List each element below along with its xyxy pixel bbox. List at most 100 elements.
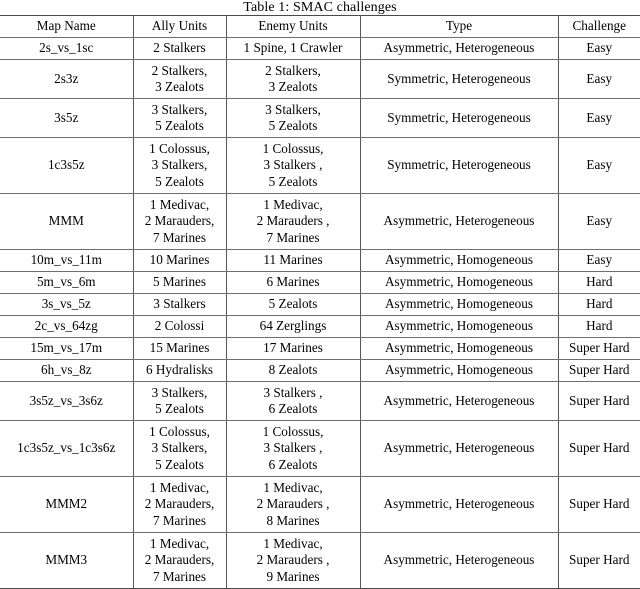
- cell-enemy-units-line: 5 Zealots: [268, 118, 318, 133]
- column-header-type: Type: [359, 15, 559, 38]
- cell-enemy-units-line: 5 Zealots: [268, 173, 318, 189]
- cell-enemy-units: 3 Stalkers, 5 Zealots: [225, 98, 361, 138]
- table-row: MMM 1 Medivac, 2 Marauders, 7 Marines 1 Medi…: [0, 193, 640, 250]
- cell-ally-units-line: 6 Hydralisks: [145, 362, 214, 378]
- cell-ally-units: 3 Stalkers, 5 Zealots: [132, 98, 227, 138]
- column-header-challenge: Challenge: [557, 15, 640, 38]
- cell-ally-units-line: 3 Stalkers,: [151, 440, 208, 456]
- cell-enemy-units-line: 17 Marines: [263, 340, 323, 356]
- cell-enemy-units-line: 11 Marines: [263, 252, 323, 268]
- cell-type: Asymmetric, Heterogeneous: [359, 532, 559, 589]
- cell-challenge: Super Hard: [557, 381, 640, 421]
- cell-ally-units-line: 3 Zealots: [155, 79, 204, 94]
- cell-type: Symmetric, Heterogeneous: [359, 98, 559, 138]
- cell-ally-units-line: 5 Zealots: [155, 401, 204, 416]
- cell-map-name: MMM: [0, 193, 134, 250]
- cell-enemy-units: 8 Zealots: [225, 359, 361, 382]
- cell-enemy-units-line: 1 Medivac,: [263, 535, 323, 551]
- cell-ally-units-line: 5 Marines: [152, 274, 207, 290]
- cell-ally-units: 2 Colossi: [132, 315, 227, 338]
- cell-challenge: Super Hard: [557, 476, 640, 533]
- cell-enemy-units-line: 1 Colossus,: [262, 140, 324, 156]
- cell-enemy-units-line: 2 Marauders ,: [256, 213, 330, 229]
- cell-enemy-units-line: 1 Spine, 1 Crawler: [243, 40, 343, 56]
- cell-enemy-units-line: 1 Colossus,: [262, 423, 324, 439]
- cell-enemy-units: 3 Stalkers ,6 Zealots: [225, 381, 361, 421]
- cell-challenge: Hard: [557, 315, 640, 338]
- cell-ally-units-line: 1 Medivac,: [149, 535, 210, 551]
- cell-enemy-units-line: 3 Stalkers,: [265, 101, 321, 117]
- cell-type: Asymmetric, Homogeneous: [359, 315, 559, 338]
- table-row: 6h_vs_8z 6 Hydralisks 8 Zealots Asymmetric,…: [0, 359, 640, 382]
- cell-ally-units: 3 Stalkers, 5 Zealots: [132, 381, 227, 421]
- cell-ally-units-line: 7 Marines: [152, 229, 207, 245]
- cell-ally-units-line: 5 Zealots: [155, 456, 204, 472]
- table-page: Table 1: SMAC challenges Map Name Ally U…: [0, 0, 640, 589]
- cell-type: Symmetric, Heterogeneous: [359, 59, 559, 99]
- cell-ally-units-line: 3 Stalkers: [153, 296, 206, 312]
- cell-challenge: Super Hard: [557, 359, 640, 382]
- cell-ally-units-line: 15 Marines: [149, 340, 210, 356]
- cell-enemy-units-line: 9 Marines: [266, 568, 320, 584]
- cell-ally-units: 5 Marines: [132, 271, 227, 294]
- cell-ally-units: 3 Stalkers: [132, 293, 227, 316]
- cell-challenge: Easy: [557, 249, 640, 272]
- cell-ally-units-line: 7 Marines: [152, 568, 207, 584]
- cell-challenge: Hard: [557, 271, 640, 294]
- cell-enemy-units: 1 Medivac, 2 Marauders ,8 Marines: [225, 476, 361, 533]
- cell-ally-units: 1 Medivac, 2 Marauders, 7 Marines: [132, 532, 227, 589]
- cell-ally-units-line: 1 Colossus,: [149, 423, 210, 439]
- column-header-map-name: Map Name: [0, 15, 134, 38]
- cell-map-name: 5m_vs_6m: [0, 271, 134, 294]
- cell-enemy-units: 1 Colossus, 3 Stalkers ,5 Zealots: [225, 137, 361, 194]
- table-row: 2s3z 2 Stalkers, 3 Zealots 2 Stalkers, 3 Zea…: [0, 59, 640, 99]
- cell-ally-units-line: 1 Medivac,: [149, 479, 210, 495]
- cell-ally-units: 1 Colossus, 3 Stalkers, 5 Zealots: [132, 420, 227, 477]
- cell-challenge: Easy: [557, 137, 640, 194]
- cell-ally-units: 1 Medivac, 2 Marauders, 7 Marines: [132, 193, 227, 250]
- cell-map-name: 6h_vs_8z: [0, 359, 134, 382]
- table-row: 2s_vs_1sc 2 Stalkers 1 Spine, 1 Crawler Asy…: [0, 37, 640, 60]
- cell-ally-units: 6 Hydralisks: [132, 359, 227, 382]
- cell-enemy-units: 11 Marines: [225, 249, 361, 272]
- table-row: 1c3s5z 1 Colossus, 3 Stalkers, 5 Zealots 1 C…: [0, 137, 640, 194]
- cell-map-name: 15m_vs_17m: [0, 337, 134, 360]
- cell-enemy-units-line: 1 Medivac,: [263, 479, 323, 495]
- cell-map-name: MMM2: [0, 476, 134, 533]
- cell-type: Asymmetric, Homogeneous: [359, 293, 559, 316]
- cell-ally-units-line: 2 Marauders,: [144, 213, 215, 229]
- table-row: MMM3 1 Medivac, 2 Marauders, 7 Marines 1 Med…: [0, 532, 640, 589]
- cell-ally-units-line: 1 Colossus,: [149, 140, 210, 156]
- cell-challenge: Hard: [557, 293, 640, 316]
- cell-enemy-units: 1 Spine, 1 Crawler: [225, 37, 361, 60]
- cell-map-name: 1c3s5z_vs_1c3s6z: [0, 420, 134, 477]
- cell-enemy-units: 17 Marines: [225, 337, 361, 360]
- cell-map-name: 2s3z: [0, 59, 134, 99]
- cell-map-name: 10m_vs_11m: [0, 249, 134, 272]
- cell-type: Asymmetric, Homogeneous: [359, 271, 559, 294]
- cell-enemy-units-line: 2 Stalkers,: [265, 62, 321, 78]
- cell-ally-units-line: 3 Stalkers,: [151, 157, 208, 173]
- cell-enemy-units: 6 Marines: [225, 271, 361, 294]
- cell-challenge: Super Hard: [557, 337, 640, 360]
- table-caption: Table 1: SMAC challenges: [243, 0, 397, 15]
- cell-ally-units-line: 7 Marines: [152, 512, 207, 528]
- cell-ally-units-line: 2 Stalkers,: [151, 62, 208, 78]
- table-header: Map Name Ally Units Enemy Units Type Cha…: [0, 15, 640, 38]
- cell-challenge: Easy: [557, 193, 640, 250]
- cell-challenge: Super Hard: [557, 532, 640, 589]
- cell-challenge: Easy: [557, 59, 640, 99]
- cell-type: Asymmetric, Heterogeneous: [359, 420, 559, 477]
- table-row: 3s5z 3 Stalkers, 5 Zealots 3 Stalkers, 5 Zea…: [0, 98, 640, 138]
- cell-ally-units-line: 5 Zealots: [155, 118, 204, 133]
- cell-enemy-units-line: 8 Zealots: [268, 362, 318, 378]
- cell-type: Asymmetric, Heterogeneous: [359, 381, 559, 421]
- cell-enemy-units-line: 6 Marines: [266, 274, 320, 290]
- cell-ally-units: 2 Stalkers, 3 Zealots: [132, 59, 227, 99]
- cell-ally-units-line: 2 Colossi: [154, 318, 205, 334]
- cell-ally-units-line: 2 Marauders,: [144, 496, 215, 512]
- cell-enemy-units-line: 3 Stalkers ,: [263, 157, 323, 173]
- cell-type: Asymmetric, Heterogeneous: [359, 476, 559, 533]
- cell-type: Asymmetric, Homogeneous: [359, 359, 559, 382]
- cell-ally-units-line: 10 Marines: [149, 252, 210, 268]
